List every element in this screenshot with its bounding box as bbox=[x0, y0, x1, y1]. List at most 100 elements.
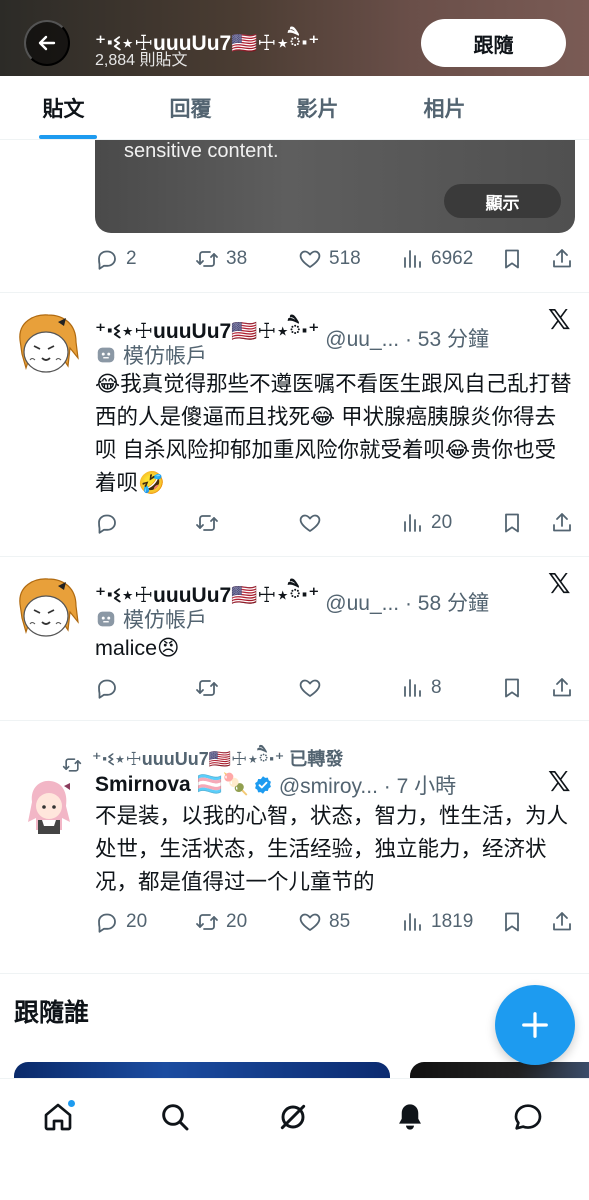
tab-posts[interactable]: 貼文 bbox=[0, 76, 127, 139]
tweet-text: malice😠 bbox=[95, 636, 180, 660]
sensitive-content-notice: sensitive content. bbox=[124, 140, 279, 162]
bookmark-icon bbox=[500, 676, 524, 700]
repost-icon bbox=[195, 511, 219, 535]
tweet-actions: 8 bbox=[95, 673, 575, 703]
heart-icon bbox=[298, 511, 322, 535]
bookmark-button[interactable] bbox=[500, 673, 524, 703]
repost-button[interactable] bbox=[195, 508, 219, 538]
tweet-handle-time[interactable]: @smiroy... · 7 小時 bbox=[279, 770, 456, 800]
avatar[interactable] bbox=[12, 310, 82, 380]
share-icon bbox=[550, 910, 574, 934]
reply-button[interactable] bbox=[95, 673, 119, 703]
tweet-handle-time[interactable]: @uu_... · 58 分鐘 bbox=[325, 587, 489, 617]
like-button[interactable] bbox=[298, 508, 322, 538]
view-count: 8 bbox=[431, 677, 442, 698]
verified-badge-icon bbox=[254, 776, 271, 794]
share-button[interactable] bbox=[550, 244, 574, 274]
like-button[interactable]: 518 bbox=[298, 244, 361, 274]
views-button[interactable]: 1819 bbox=[400, 907, 473, 937]
tab-photos[interactable]: 相片 bbox=[381, 76, 508, 139]
share-button[interactable] bbox=[550, 907, 574, 937]
share-icon bbox=[550, 676, 574, 700]
view-count: 6962 bbox=[431, 248, 474, 269]
compose-button[interactable] bbox=[495, 985, 575, 1065]
share-button[interactable] bbox=[550, 508, 574, 538]
reply-count: 2 bbox=[126, 248, 137, 269]
repost-button[interactable] bbox=[195, 673, 219, 703]
post-count: 2,884 則貼文 bbox=[95, 52, 188, 69]
tweet-handle-time[interactable]: @uu_... · 53 分鐘 bbox=[325, 323, 489, 353]
reply-icon bbox=[95, 511, 119, 535]
back-button[interactable] bbox=[24, 20, 70, 66]
views-icon bbox=[400, 676, 424, 700]
bookmark-button[interactable] bbox=[500, 244, 524, 274]
views-button[interactable]: 6962 bbox=[400, 244, 473, 274]
who-to-follow-title: 跟隨誰 bbox=[14, 999, 90, 1027]
nav-grok[interactable] bbox=[273, 1097, 313, 1137]
reply-button[interactable] bbox=[95, 508, 119, 538]
x-logo-icon[interactable]: 𝕏 bbox=[548, 567, 571, 600]
parody-label: 模仿帳戶 bbox=[95, 340, 207, 370]
divider bbox=[0, 973, 589, 974]
tweet-header: Smirnova 🏳️‍⚧️🍡 @smiroy... · 7 小時 bbox=[95, 770, 456, 800]
bottom-nav bbox=[0, 1078, 589, 1200]
mask-icon bbox=[97, 347, 115, 363]
share-icon bbox=[550, 247, 574, 271]
share-icon bbox=[550, 511, 574, 535]
heart-icon bbox=[298, 247, 322, 271]
nav-home[interactable] bbox=[38, 1097, 78, 1137]
views-button[interactable]: 8 bbox=[400, 673, 442, 703]
views-button[interactable]: 20 bbox=[400, 508, 452, 538]
reply-icon bbox=[95, 676, 119, 700]
nav-notifications[interactable] bbox=[390, 1097, 430, 1137]
reply-button[interactable]: 20 bbox=[95, 907, 147, 937]
follow-button[interactable]: 跟隨 bbox=[421, 19, 566, 67]
like-count: 85 bbox=[329, 911, 351, 932]
grok-icon bbox=[280, 1104, 306, 1130]
notification-dot bbox=[67, 1099, 76, 1108]
x-logo-icon[interactable]: 𝕏 bbox=[548, 303, 571, 336]
show-media-button[interactable]: 顯示 bbox=[444, 184, 561, 218]
bookmark-icon bbox=[500, 247, 524, 271]
nav-messages[interactable] bbox=[508, 1097, 548, 1137]
repost-button[interactable]: 38 bbox=[195, 244, 247, 274]
like-count: 518 bbox=[329, 248, 361, 269]
repost-button[interactable]: 20 bbox=[195, 907, 247, 937]
tab-videos[interactable]: 影片 bbox=[254, 76, 381, 139]
bookmark-icon bbox=[500, 910, 524, 934]
tweet-author-name[interactable]: Smirnova 🏳️‍⚧️🍡 bbox=[95, 773, 249, 797]
sensitive-media-card: sensitive content. 顯示 bbox=[95, 140, 575, 233]
like-button[interactable] bbox=[298, 673, 322, 703]
reply-icon bbox=[95, 910, 119, 934]
tweet-text: 不是装，以我的心智，状态，智力，性生活，为人处世，生活状态，生活经验，独立能力，… bbox=[95, 804, 569, 894]
reply-count: 20 bbox=[126, 911, 148, 932]
heart-icon bbox=[298, 910, 322, 934]
repost-icon bbox=[195, 910, 219, 934]
parody-label-text: 模仿帳戶 bbox=[123, 345, 207, 368]
tweet-actions: 20 bbox=[95, 508, 575, 538]
arrow-left-icon bbox=[38, 35, 56, 51]
views-icon bbox=[400, 910, 424, 934]
divider bbox=[0, 556, 589, 557]
avatar[interactable] bbox=[12, 772, 82, 842]
nav-search[interactable] bbox=[155, 1097, 195, 1137]
bookmark-button[interactable] bbox=[500, 508, 524, 538]
avatar[interactable] bbox=[12, 574, 82, 644]
tab-replies[interactable]: 回覆 bbox=[127, 76, 254, 139]
divider bbox=[0, 292, 589, 293]
bookmark-button[interactable] bbox=[500, 907, 524, 937]
share-button[interactable] bbox=[550, 673, 574, 703]
x-logo-icon[interactable]: 𝕏 bbox=[548, 765, 571, 798]
views-icon bbox=[400, 511, 424, 535]
heart-icon bbox=[298, 676, 322, 700]
repost-count: 20 bbox=[226, 911, 248, 932]
like-button[interactable]: 85 bbox=[298, 907, 350, 937]
messages-icon bbox=[514, 1104, 542, 1130]
repost-count: 38 bbox=[226, 248, 248, 269]
parody-label: 模仿帳戶 bbox=[95, 604, 207, 634]
view-count: 20 bbox=[431, 512, 453, 533]
profile-tabs: 貼文 回覆 影片 相片 bbox=[0, 76, 589, 140]
plus-icon bbox=[522, 1012, 548, 1038]
reply-button[interactable]: 2 bbox=[95, 244, 137, 274]
tweet-text: 😂我真觉得那些不遵医嘱不看医生跟风自己乱打替西的人是傻逼而且找死😂 甲状腺癌胰腺… bbox=[95, 372, 572, 495]
